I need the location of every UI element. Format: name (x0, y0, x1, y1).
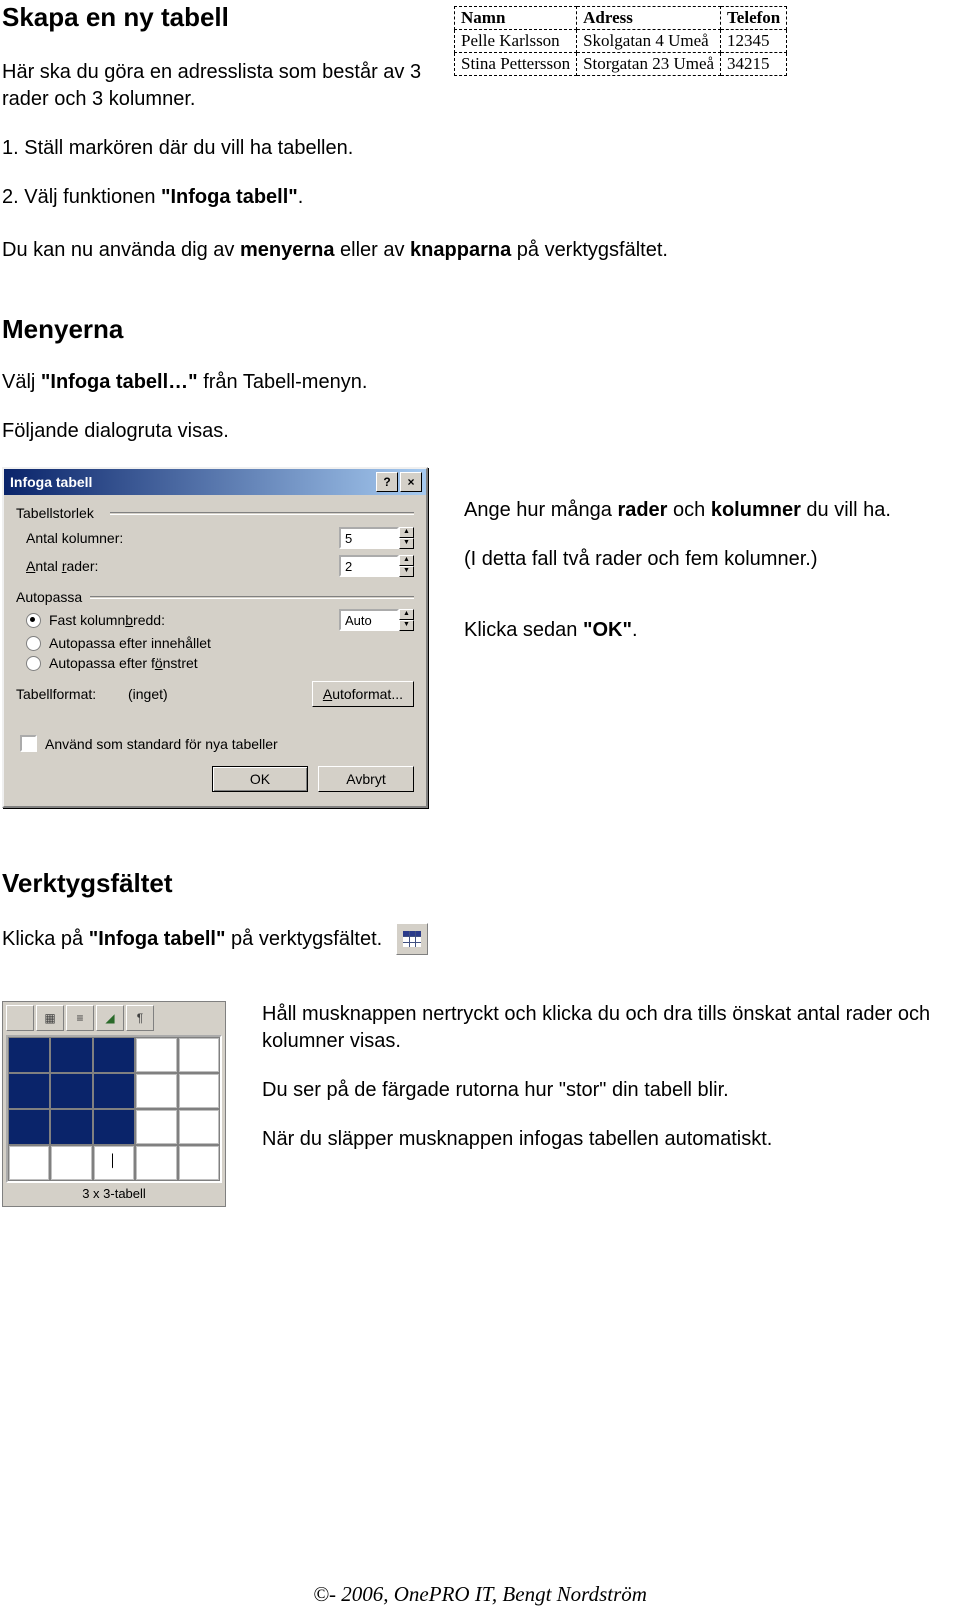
table-format-label: Tabellformat: (16, 686, 128, 702)
menus-instruction: Välj "Infoga tabell…" från Tabell-menyn. (2, 369, 952, 396)
intro-text: Här ska du göra en adresslista som bestå… (2, 59, 440, 113)
table-row: Stina Pettersson Storgatan 23 Umeå 34215 (455, 53, 787, 76)
table-size-grid[interactable] (6, 1035, 222, 1183)
toolbar-btn-2[interactable]: ▦ (36, 1005, 64, 1031)
toolbar-btn-5[interactable]: ¶ (126, 1005, 154, 1031)
toolbar-btn-table-icon[interactable] (6, 1005, 34, 1031)
table-row: Pelle Karlsson Skolgatan 4 Umeå 12345 (455, 30, 787, 53)
insert-table-icon[interactable] (396, 923, 428, 955)
default-checkbox-label: Använd som standard för nya tabeller (45, 736, 278, 752)
side-click-ok: Klicka sedan "OK". (464, 617, 952, 644)
table-format-value: (inget) (128, 686, 312, 702)
toolbar-btn-3[interactable]: ≡ (66, 1005, 94, 1031)
grid-status-label: 3 x 3-tabell (6, 1183, 222, 1203)
table-picker-popup: ▦ ≡ ◢ ¶ 3 x 3-tabell (2, 1001, 226, 1207)
dialog-title-text: Infoga tabell (10, 474, 92, 490)
example-header-phone: Telefon (721, 7, 787, 30)
columns-input[interactable] (339, 527, 399, 549)
drag-instruction-3: När du släpper musknappen infogas tabell… (262, 1126, 952, 1153)
columns-spinner[interactable]: ▲▼ (399, 527, 414, 549)
columns-label: Antal kolumner: (16, 530, 339, 546)
page-footer: ©- 2006, OnePRO IT, Bengt Nordström (0, 1582, 960, 1607)
fixed-width-spinner[interactable]: ▲▼ (399, 609, 414, 631)
toolbar-btn-4[interactable]: ◢ (96, 1005, 124, 1031)
group-table-size: Tabellstorlek (16, 505, 106, 521)
ok-button[interactable]: OK (212, 766, 308, 792)
example-address-table: Namn Adress Telefon Pelle Karlsson Skolg… (454, 6, 787, 76)
radio-autofit-content-label: Autopassa efter innehållet (49, 635, 211, 651)
example-header-name: Namn (455, 7, 577, 30)
side-note: (I detta fall två rader och fem kolumner… (464, 546, 952, 573)
radio-fixed-width[interactable] (26, 613, 41, 628)
rows-input[interactable] (339, 555, 399, 577)
step-2: 2. Välj funktionen "Infoga tabell". (2, 184, 440, 211)
description-menus-or-buttons: Du kan nu använda dig av menyerna eller … (2, 237, 952, 264)
page-title: Skapa en ny tabell (2, 0, 440, 33)
drag-instruction-2: Du ser på de färgade rutorna hur "stor" … (262, 1077, 952, 1104)
cancel-button[interactable]: Avbryt (318, 766, 414, 792)
autoformat-button[interactable]: Autoformat... (312, 681, 414, 707)
help-button[interactable]: ? (376, 472, 398, 492)
insert-table-dialog: Infoga tabell ? × Tabellstorlek Antal ko… (2, 467, 428, 808)
radio-autofit-content[interactable] (26, 636, 41, 651)
side-instruction-rows-cols: Ange hur många rader och kolumner du vil… (464, 497, 952, 524)
example-header-address: Adress (577, 7, 721, 30)
group-autofit: Autopassa (16, 589, 86, 605)
step-1: 1. Ställ markören där du vill ha tabelle… (2, 135, 440, 162)
menus-dialog-shown: Följande dialogruta visas. (2, 418, 952, 445)
section-menus: Menyerna (2, 314, 952, 345)
section-toolbar: Verktygsfältet (2, 868, 952, 899)
radio-fixed-width-label: Fast kolumnbredd: (49, 612, 165, 628)
close-button[interactable]: × (400, 472, 422, 492)
rows-label: Antal rader: (16, 558, 339, 574)
fixed-width-input[interactable] (339, 609, 399, 631)
drag-instruction-1: Håll musknappen nertryckt och klicka du … (262, 1001, 952, 1055)
default-checkbox[interactable] (20, 735, 37, 752)
rows-spinner[interactable]: ▲▼ (399, 555, 414, 577)
toolbar-instruction: Klicka på "Infoga tabell" på verktygsfäl… (2, 926, 382, 953)
radio-autofit-window-label: Autopassa efter fönstret (49, 655, 198, 671)
dialog-titlebar: Infoga tabell ? × (4, 469, 426, 495)
radio-autofit-window[interactable] (26, 656, 41, 671)
